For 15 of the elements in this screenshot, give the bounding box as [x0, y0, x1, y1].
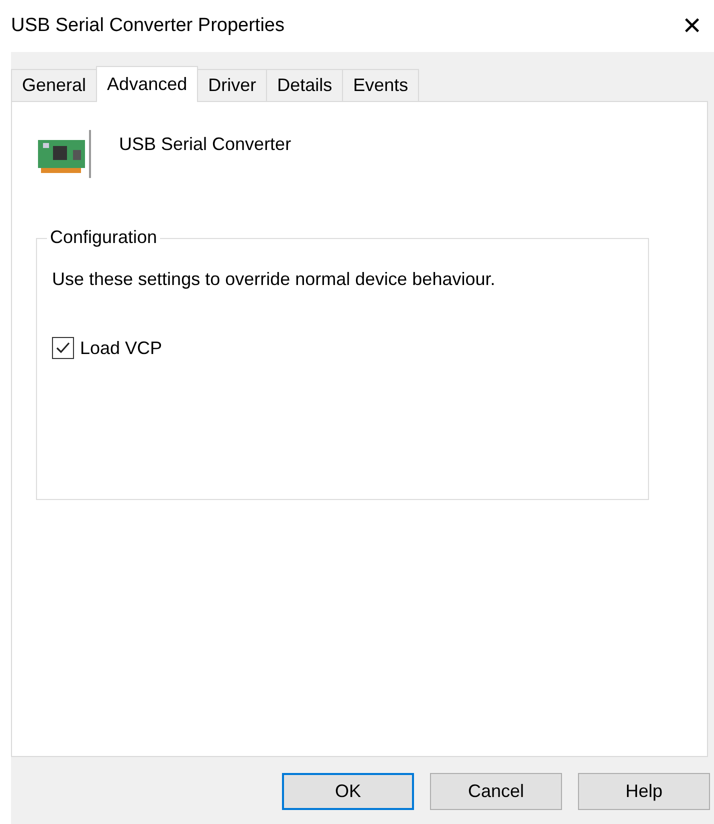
check-icon: [55, 340, 71, 356]
close-button[interactable]: ✕: [676, 11, 706, 41]
tab[interactable]: Events: [342, 69, 420, 101]
circuit-board-icon: [37, 130, 93, 178]
device-name: USB Serial Converter: [119, 134, 292, 155]
tab[interactable]: General: [11, 69, 98, 101]
dialog-button[interactable]: Help: [578, 773, 710, 810]
dialog-button[interactable]: OK: [282, 773, 414, 810]
tab[interactable]: Advanced: [96, 66, 198, 102]
group-title: Configuration: [47, 227, 160, 248]
checkbox-label[interactable]: Load VCP: [80, 338, 162, 358]
window-title: USB Serial Converter Properties: [11, 15, 284, 37]
description-text: Use these settings to override normal device behaviour.: [52, 269, 496, 290]
checkbox[interactable]: [52, 337, 74, 359]
dialog-button[interactable]: Cancel: [430, 773, 562, 810]
